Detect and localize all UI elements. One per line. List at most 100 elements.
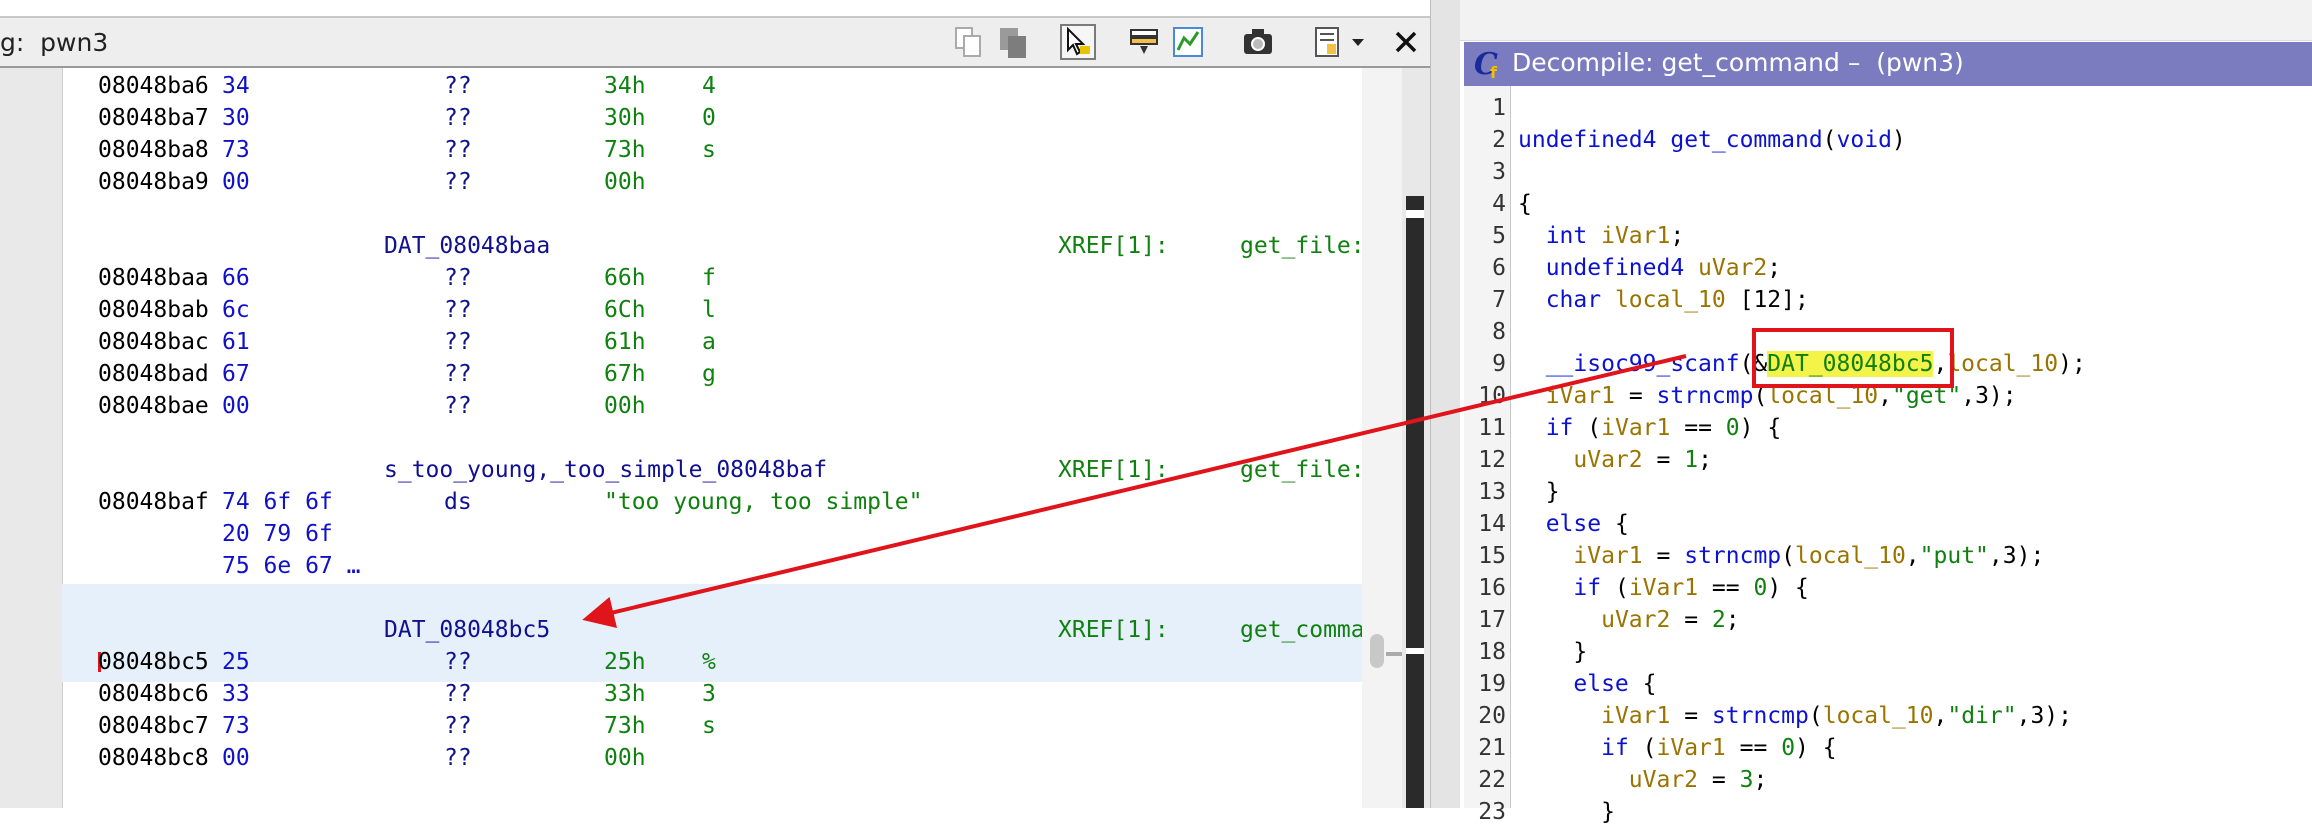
row-char: g [702,361,716,387]
code-line[interactable]: 22 uVar2 = 3; [1464,764,2312,796]
listing-row: 20 79 6f [62,518,1362,550]
listing-label-row[interactable]: s_too_young,_too_simple_08048baf XREF[1]… [62,454,1362,486]
code-text: undefined4 get_command(void) [1518,127,1906,153]
row-bytes: 74 6f 6f [222,489,333,515]
row-char: % [702,649,716,675]
code-line[interactable]: 4{ [1464,188,2312,220]
line-number: 6 [1492,255,1506,281]
xref-function[interactable]: get_file: [1240,454,1362,486]
cursor-select-icon[interactable] [1060,24,1096,60]
row-char: s [702,137,716,163]
row-bytes: 6c [222,297,250,323]
decompile-title-bar[interactable]: Cf Decompile: get_command – (pwn3) [1464,42,2312,86]
row-address: 08048bae [98,393,209,419]
row-operand: 73h [604,137,646,163]
code-line[interactable]: 23 } [1464,796,2312,828]
data-label[interactable]: DAT_08048bc5 [384,614,550,646]
row-mnemonic: ?? [444,393,472,419]
code-text: if (iVar1 == 0) { [1601,735,1837,761]
listing-row[interactable]: 08048bad 67 ?? 67h g [62,358,1362,390]
listing-row[interactable]: 08048bc7 73 ?? 73h s [62,710,1362,742]
row-bytes: 33 [222,681,250,707]
row-address: 08048bab [98,297,209,323]
row-address: 08048ba6 [98,73,209,99]
listing-label-row[interactable]: DAT_08048baa XREF[1]: get_file: [62,230,1362,262]
code-line[interactable]: 16 if (iVar1 == 0) { [1464,572,2312,604]
line-number: 1 [1492,95,1506,121]
code-line[interactable]: 7 char local_10 [12]; [1464,284,2312,316]
listing-row[interactable]: 08048bac 61 ?? 61h a [62,326,1362,358]
code-line[interactable]: 17 uVar2 = 2; [1464,604,2312,636]
code-text: iVar1 = strncmp(local_10,"put",3); [1573,543,2045,569]
code-text: if (iVar1 == 0) { [1573,575,1809,601]
code-line[interactable]: 15 iVar1 = strncmp(local_10,"put",3); [1464,540,2312,572]
listing-row: 75 6e 67 … [62,550,1362,582]
overview-marker [1406,648,1424,654]
xref-function[interactable]: get_comma [1240,614,1362,646]
xref-function[interactable]: get_file: [1240,230,1362,262]
row-bytes: 00 [222,393,250,419]
string-label[interactable]: s_too_young,_too_simple_08048baf [384,454,827,486]
snapshot-icon[interactable] [1240,24,1276,60]
line-number: 22 [1478,767,1506,793]
code-text: { [1518,191,1532,217]
row-bytes: 66 [222,265,250,291]
row-bytes: 00 [222,169,250,195]
code-line[interactable]: 14 else { [1464,508,2312,540]
row-address: 08048bad [98,361,209,387]
code-line[interactable]: 1 [1464,92,2312,124]
diff-icon[interactable] [1170,24,1206,60]
xref-label: XREF[1]: [1058,233,1169,259]
listing-row[interactable]: 08048baa 66 ?? 66h f [62,262,1362,294]
data-label[interactable]: DAT_08048baa [384,230,550,262]
listing-row[interactable]: 08048bab 6c ?? 6Ch l [62,294,1362,326]
scroll-marker[interactable] [1370,634,1384,668]
row-bytes: 73 [222,713,250,739]
code-line[interactable]: 12 uVar2 = 1; [1464,444,2312,476]
listing-fields-icon[interactable] [1126,24,1162,60]
line-number: 9 [1492,351,1506,377]
row-bytes: 25 [222,649,250,675]
listing-row[interactable]: 08048ba7 30 ?? 30h 0 [62,102,1362,134]
xref-label: XREF[1]: [1058,457,1169,483]
code-line[interactable]: 6 undefined4 uVar2; [1464,252,2312,284]
code-line[interactable]: 3 [1464,156,2312,188]
row-operand: 34h [604,73,646,99]
line-number: 4 [1492,191,1506,217]
dropdown-icon[interactable] [1346,24,1370,60]
line-number: 16 [1478,575,1506,601]
columns-icon[interactable] [1310,24,1346,60]
listing-row[interactable]: 08048ba8 73 ?? 73h s [62,134,1362,166]
code-line[interactable]: 2 undefined4 get_command(void) [1464,124,2312,156]
panel-divider[interactable] [1430,0,1461,808]
close-icon[interactable] [1388,24,1424,60]
code-line[interactable]: 5 int iVar1; [1464,220,2312,252]
code-line[interactable]: 13 } [1464,476,2312,508]
listing-row[interactable]: 08048bae 00 ?? 00h [62,390,1362,422]
listing-lines: 08048ba6 34 ?? 34h 4 08048ba7 30 ?? 30h … [62,68,1362,808]
row-char: a [702,329,716,355]
code-line[interactable]: 21 if (iVar1 == 0) { [1464,732,2312,764]
row-mnemonic: ?? [444,297,472,323]
listing-row[interactable]: 08048bc8 00 ?? 00h [62,742,1362,774]
row-operand: 61h [604,329,646,355]
code-text: else { [1545,511,1629,537]
listing-row[interactable]: 08048bc5 25 ?? 25h % [62,646,1362,678]
listing-row[interactable]: 08048ba6 34 ?? 34h 4 [62,70,1362,102]
line-number: 11 [1478,415,1506,441]
listing-overview-bar[interactable] [1406,196,1424,808]
listing-label-row[interactable]: DAT_08048bc5 XREF[1]: get_comma [62,614,1362,646]
code-line[interactable]: 19 else { [1464,668,2312,700]
row-mnemonic: ?? [444,713,472,739]
code-line[interactable]: 18 } [1464,636,2312,668]
code-line[interactable]: 20 iVar1 = strncmp(local_10,"dir",3); [1464,700,2312,732]
copy-icon[interactable] [950,24,986,60]
listing-row[interactable]: 08048bc6 33 ?? 33h 3 [62,678,1362,710]
code-line[interactable]: 11 if (iVar1 == 0) { [1464,412,2312,444]
listing-row[interactable]: 08048ba9 00 ?? 00h [62,166,1362,198]
paste-icon[interactable] [994,24,1030,60]
row-bytes: 75 6e 67 … [222,553,361,579]
code-text: undefined4 uVar2; [1545,255,1782,281]
row-bytes: 20 79 6f [222,521,333,547]
listing-row[interactable]: 08048baf 74 6f 6f ds "too young, too sim… [62,486,1362,518]
